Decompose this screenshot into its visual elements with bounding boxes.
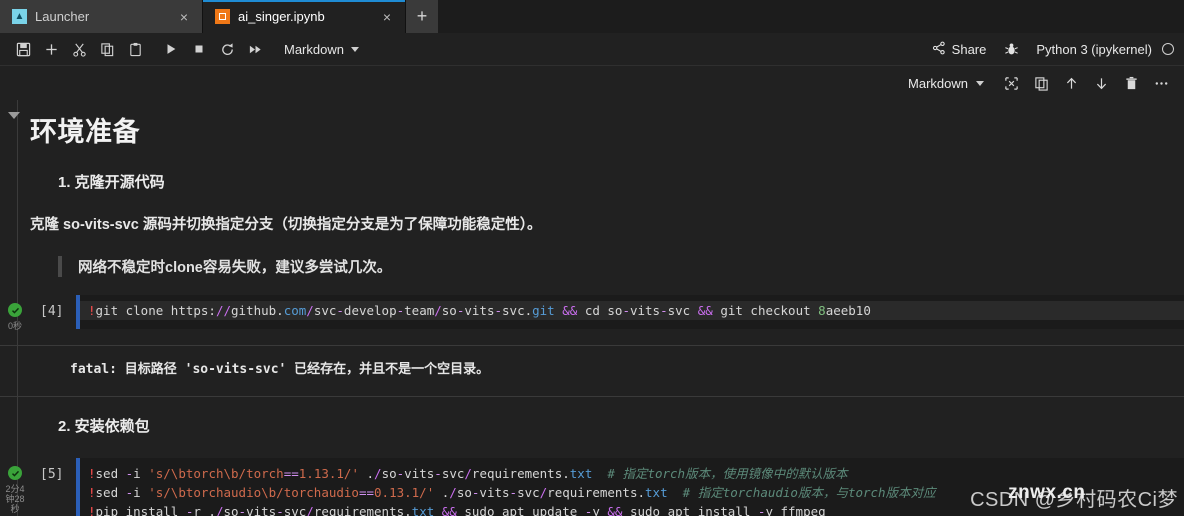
cell-4-status: 0秒 [0, 295, 30, 331]
notebook-toolbar: Markdown Share Python 3 (ipykernel) [0, 33, 1184, 66]
new-tab-button[interactable]: + [406, 0, 438, 33]
section-heading-2: 2. 安装依赖包 [58, 418, 150, 435]
tab-ai-singer-notebook[interactable]: ai_singer.ipynb × [203, 0, 406, 33]
cell-4-editor[interactable]: !git clone https://github.com/svc-develo… [76, 295, 1184, 329]
add-cell-icon[interactable] [38, 37, 64, 61]
run-icon[interactable] [158, 37, 184, 61]
notebook-canvas[interactable]: 环境准备 1. 克隆开源代码 克隆 so-vits-svc 源码并切换指定分支（… [0, 100, 1184, 516]
tab-bar-filler [438, 0, 1184, 33]
collapse-icon[interactable] [998, 71, 1024, 95]
share-icon [932, 41, 946, 58]
code-cell-4[interactable]: 0秒 [4] !git clone https://github.com/svc… [0, 295, 1184, 331]
save-icon[interactable] [10, 37, 36, 61]
debugger-icon[interactable] [998, 37, 1024, 61]
code-cell-5[interactable]: 2分4钟28秒 [5] !sed -i 's/\btorch\b/torch==… [0, 458, 1184, 516]
launcher-icon: ▲ [12, 9, 27, 24]
cell-toolbar-type-value: Markdown [908, 75, 968, 91]
note-blockquote: 网络不稳定时clone容易失败，建议多尝试几次。 [58, 256, 1184, 277]
cell-4-output: fatal: 目标路径 'so-vits-svc' 已经存在，并且不是一个空目录… [70, 362, 490, 377]
duplicate-icon[interactable] [1028, 71, 1054, 95]
more-options-icon[interactable] [1148, 71, 1174, 95]
intro-paragraph: 克隆 so-vits-svc 源码并切换指定分支（切换指定分支是为了保障功能稳定… [30, 217, 542, 233]
cell-type-select[interactable]: Markdown [280, 40, 363, 59]
cell-5-code-line-1[interactable]: !sed -i 's/\btorch\b/torch==1.13.1/' ./s… [80, 464, 1184, 483]
section-heading-1: 1. 克隆开源代码 [58, 174, 165, 191]
fast-forward-icon[interactable] [242, 37, 268, 61]
stop-icon[interactable] [186, 37, 212, 61]
page-title: 环境准备 [30, 117, 140, 147]
cell-5-prompt: [5] [40, 467, 64, 482]
chevron-down-icon [976, 80, 984, 86]
kernel-status-icon [1162, 43, 1174, 55]
close-icon[interactable]: × [379, 9, 395, 25]
copy-icon[interactable] [94, 37, 120, 61]
kernel-name-label[interactable]: Python 3 (ipykernel) [1036, 42, 1152, 57]
active-cell-toolbar: Markdown [0, 66, 1184, 100]
markdown-cell-deps[interactable]: 2. 安装依赖包 [0, 397, 1184, 436]
tab-ai-singer-label: ai_singer.ipynb [238, 9, 325, 24]
close-icon[interactable]: × [176, 9, 192, 25]
restart-icon[interactable] [214, 37, 240, 61]
check-circle-icon [8, 303, 22, 317]
cell-type-value: Markdown [284, 41, 344, 57]
cell-4-prompt: [4] [40, 304, 64, 319]
cell-toolbar-type-select[interactable]: Markdown [908, 76, 984, 91]
share-button[interactable]: Share [926, 39, 993, 60]
chevron-down-icon [350, 46, 359, 52]
notebook-icon [215, 9, 230, 24]
cell-4-output-row: fatal: 目标路径 'so-vits-svc' 已经存在，并且不是一个空目录… [0, 346, 1184, 382]
cell-5-code-line-2[interactable]: !sed -i 's/\btorchaudio\b/torchaudio==0.… [80, 483, 1184, 502]
tab-bar: ▲ Launcher × ai_singer.ipynb × + [0, 0, 1184, 33]
trash-icon[interactable] [1118, 71, 1144, 95]
markdown-cell-intro[interactable]: 环境准备 1. 克隆开源代码 克隆 so-vits-svc 源码并切换指定分支（… [0, 100, 1184, 277]
jupyterlab-window: ▲ Launcher × ai_singer.ipynb × + Markdow… [0, 0, 1184, 516]
cell-5-status: 2分4钟28秒 [0, 458, 30, 514]
cell-5-runtime: 2分4钟28秒 [5, 484, 25, 514]
cell-5-code-line-3[interactable]: !pip install -r ./so-vits-svc/requiremen… [80, 502, 1184, 516]
check-circle-icon [8, 466, 22, 480]
cut-icon[interactable] [66, 37, 92, 61]
cell-5-editor[interactable]: !sed -i 's/\btorch\b/torch==1.13.1/' ./s… [76, 458, 1184, 516]
move-down-icon[interactable] [1088, 71, 1114, 95]
move-up-icon[interactable] [1058, 71, 1084, 95]
cell-4-runtime: 0秒 [7, 321, 22, 331]
tab-launcher-label: Launcher [35, 9, 90, 24]
paste-icon[interactable] [122, 37, 148, 61]
cell-4-code-line[interactable]: !git clone https://github.com/svc-develo… [80, 301, 1184, 320]
share-label: Share [951, 41, 987, 57]
heading-collapse-icon[interactable] [8, 112, 20, 119]
tab-launcher[interactable]: ▲ Launcher × [0, 0, 203, 33]
